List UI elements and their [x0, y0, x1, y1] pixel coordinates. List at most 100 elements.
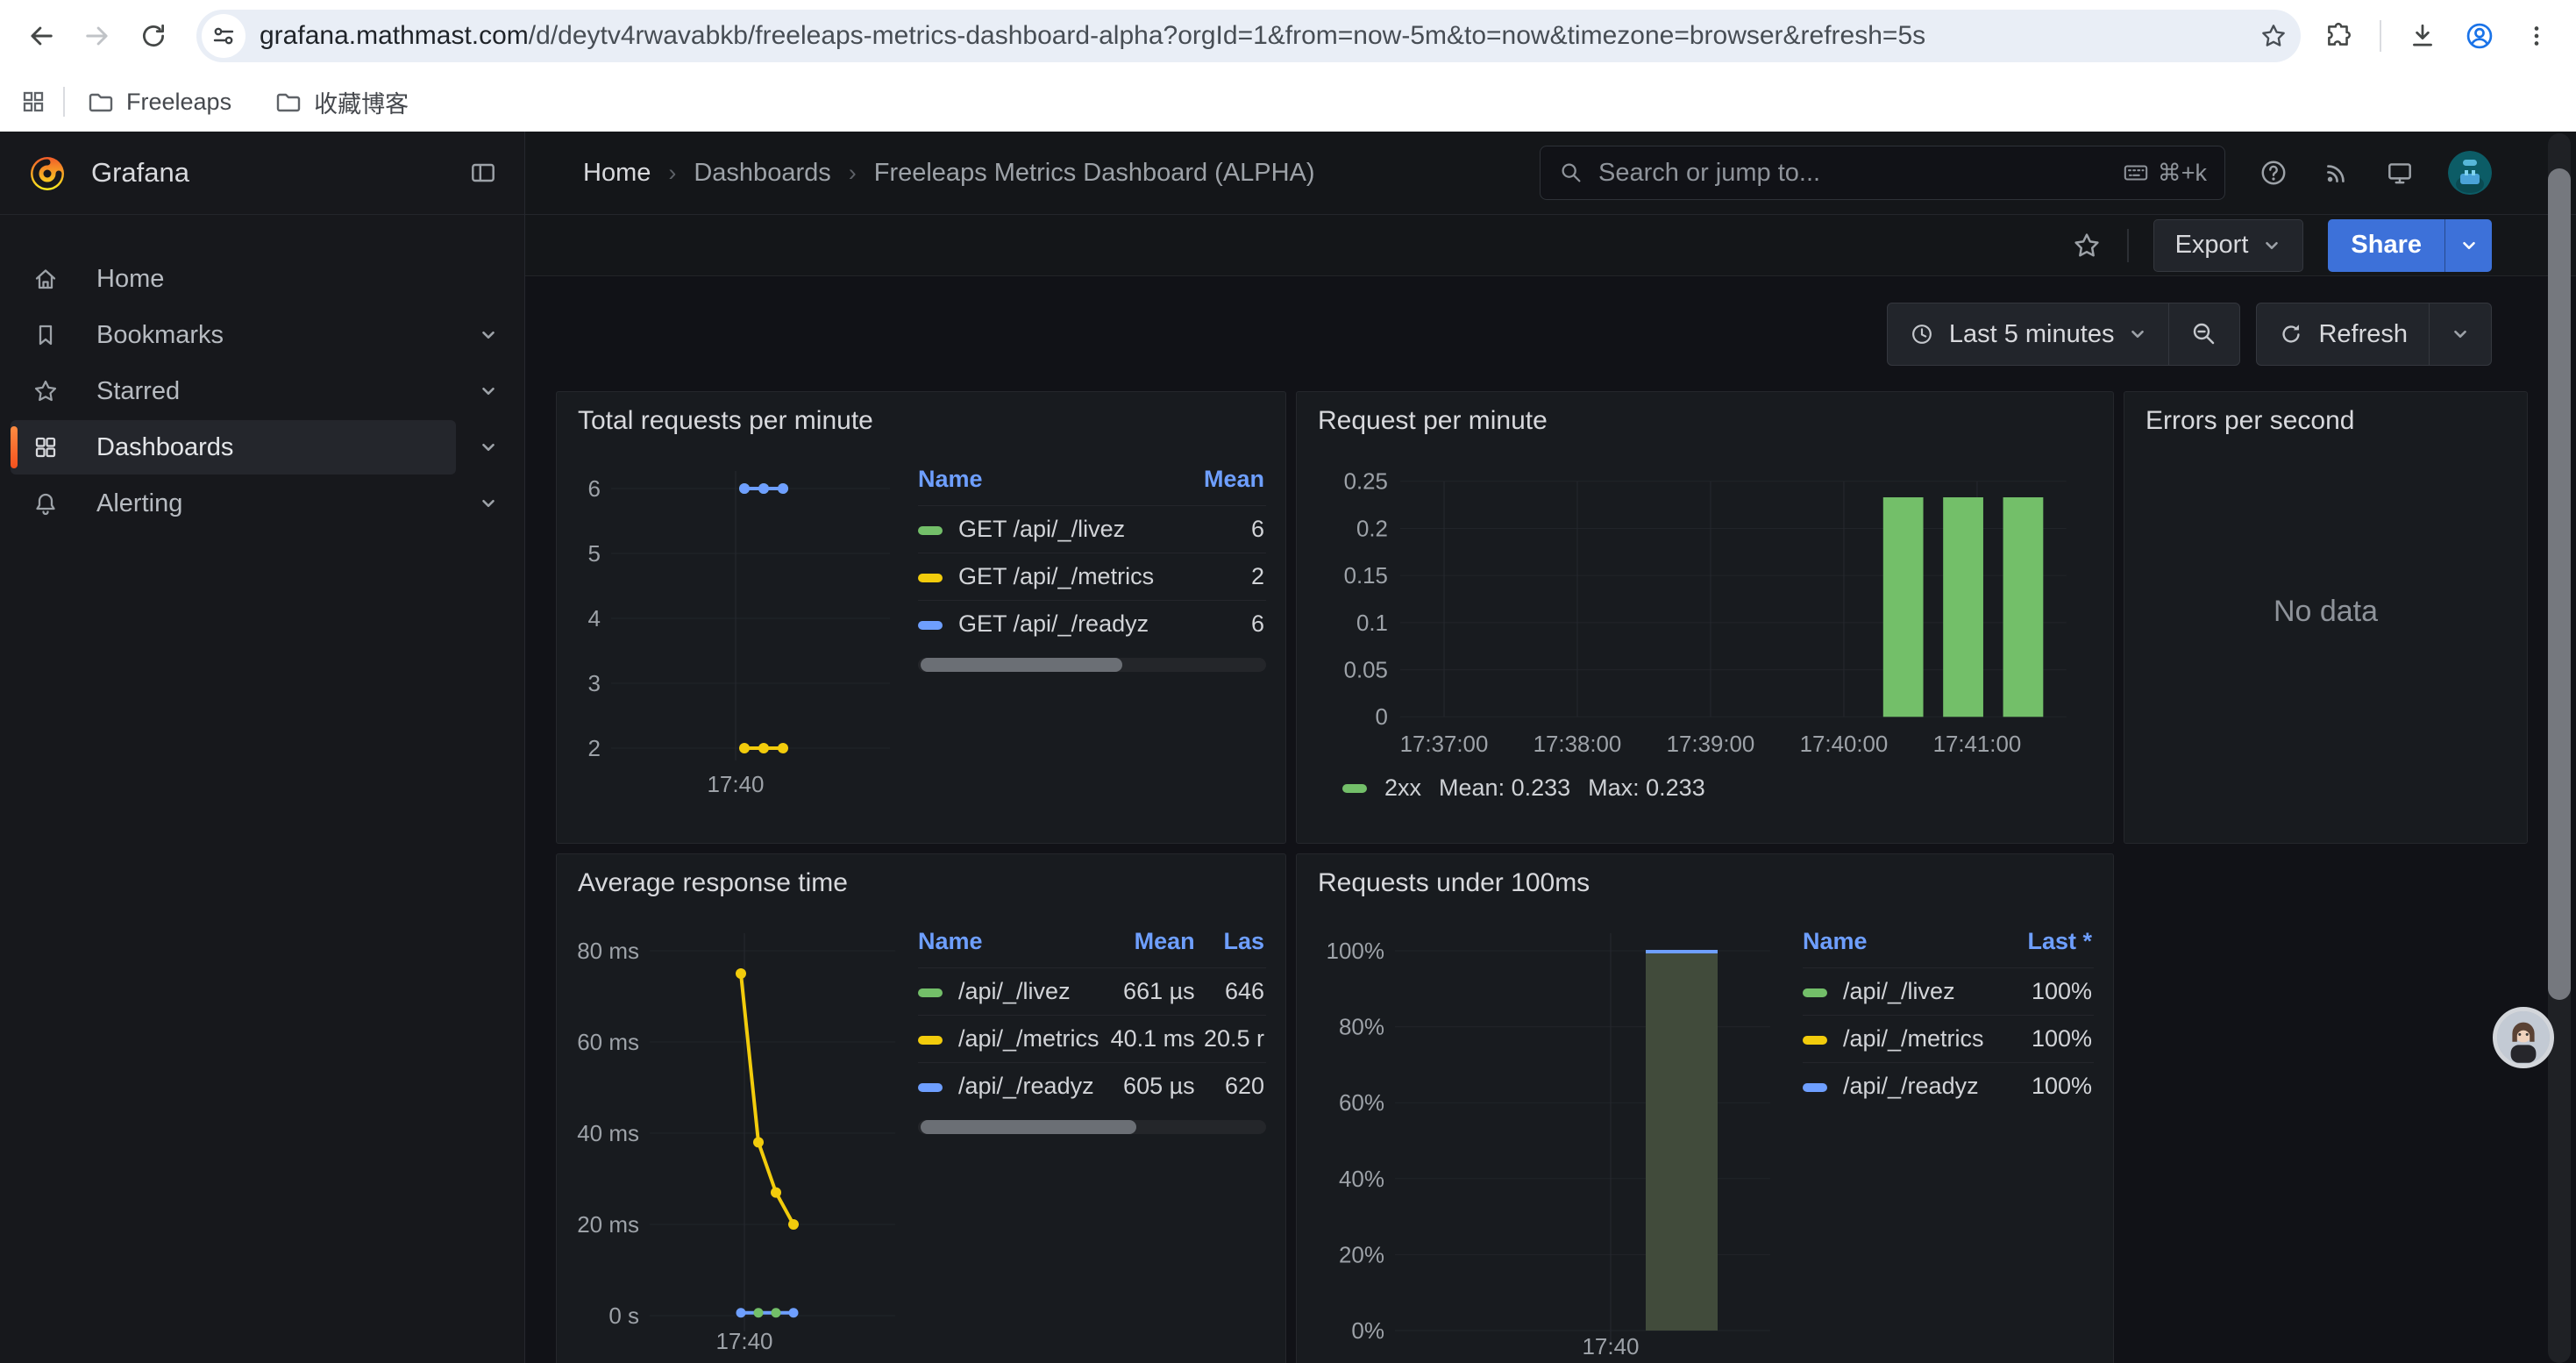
sidebar-item-alerting[interactable]: Alerting: [11, 476, 456, 531]
legend-scrollbar-thumb[interactable]: [921, 658, 1122, 672]
refresh-interval-dropdown[interactable]: [2429, 303, 2491, 365]
search-shortcut: ⌘+k: [2123, 160, 2207, 187]
legend-row[interactable]: /api/_/readyz 605 µs 620: [918, 1063, 1266, 1110]
timeseries-chart[interactable]: 80 ms60 ms40 ms20 ms0 s17:40: [564, 902, 906, 1363]
forward-button[interactable]: [74, 12, 121, 60]
favorite-star-icon[interactable]: [2071, 230, 2103, 261]
panel-total-requests-per-minute: Total requests per minute 6543217:40 Nam…: [556, 391, 1286, 844]
legend-col-name[interactable]: Name: [1803, 924, 1986, 968]
panel-title[interactable]: Average response time: [578, 868, 1285, 898]
legend-row[interactable]: /api/_/livez 100%: [1803, 968, 2094, 1016]
chevron-down-icon[interactable]: [479, 382, 498, 401]
chevron-down-icon: [2262, 236, 2281, 255]
refresh-button[interactable]: Refresh: [2257, 303, 2429, 365]
shortcut-label: ⌘+k: [2158, 160, 2207, 187]
floating-assistant-avatar[interactable]: [2493, 1007, 2554, 1068]
legend-col-name[interactable]: Name: [918, 924, 1101, 968]
legend-row[interactable]: /api/_/livez 661 µs 646: [918, 968, 1266, 1016]
breadcrumb-dashboards[interactable]: Dashboards: [694, 159, 830, 188]
breadcrumb-current[interactable]: Freeleaps Metrics Dashboard (ALPHA): [874, 159, 1315, 188]
legend-col-mean[interactable]: Mean: [1101, 924, 1197, 968]
bookmark-star-icon[interactable]: [2259, 21, 2288, 51]
panel-title[interactable]: Requests under 100ms: [1318, 868, 2113, 898]
export-button[interactable]: Export: [2153, 219, 2304, 272]
series-last: 100%: [1986, 968, 2094, 1016]
reload-button[interactable]: [130, 12, 177, 60]
extensions-icon[interactable]: [2323, 21, 2353, 51]
search-input[interactable]: Search or jump to... ⌘+k: [1540, 146, 2225, 200]
series-swatch: [918, 1083, 943, 1092]
share-button[interactable]: Share: [2328, 219, 2444, 272]
sidebar-item-bookmarks[interactable]: Bookmarks: [11, 308, 456, 362]
series-name[interactable]: 2xx: [1384, 774, 1421, 802]
chevron-down-icon[interactable]: [479, 494, 498, 513]
legend-col-last[interactable]: Las: [1197, 924, 1266, 968]
sidebar-item-home[interactable]: Home: [11, 252, 456, 306]
svg-text:20 ms: 20 ms: [577, 1211, 639, 1238]
series-name: /api/_/readyz: [958, 1073, 1094, 1099]
sidebar-item-label: Alerting: [96, 489, 182, 518]
page-scrollbar-thumb[interactable]: [2548, 168, 2571, 1000]
legend-col-last[interactable]: Last *: [1986, 924, 2094, 968]
legend-row[interactable]: GET /api/_/metrics 2: [918, 553, 1266, 601]
bookmark-folder-blogs[interactable]: 收藏博客: [274, 85, 409, 119]
svg-text:3: 3: [588, 670, 601, 696]
refresh-label: Refresh: [2318, 320, 2408, 349]
help-icon[interactable]: [2259, 158, 2288, 188]
address-bar[interactable]: grafana.mathmast.com/d/deytv4rwavabkb/fr…: [196, 10, 2301, 62]
profile-icon[interactable]: [2464, 20, 2495, 52]
sidebar-item-label: Dashboards: [96, 433, 233, 462]
breadcrumb-home[interactable]: Home: [583, 159, 651, 188]
bar-chart[interactable]: 100%80%60%40%20%0%17:40: [1304, 902, 1782, 1363]
screen-share-icon[interactable]: [2385, 158, 2415, 188]
downloads-icon[interactable]: [2408, 21, 2437, 51]
sidebar-item-starred[interactable]: Starred: [11, 364, 456, 418]
bookmark-folder-freeleaps[interactable]: Freeleaps: [86, 88, 231, 116]
page-scrollbar-track[interactable]: [2548, 133, 2571, 1363]
toolbar-divider: [2380, 20, 2381, 52]
grafana-logo[interactable]: [26, 152, 68, 194]
legend-row[interactable]: /api/_/readyz 100%: [1803, 1063, 2094, 1110]
sidebar: Grafana Home Bookmarks Starred: [0, 132, 525, 1363]
legend-col-name[interactable]: Name: [918, 462, 1170, 506]
series-last: 100%: [1986, 1063, 2094, 1110]
share-split-button: Share: [2328, 219, 2492, 272]
sidebar-header: Grafana: [0, 132, 524, 215]
grafana-app: Grafana Home Bookmarks Starred: [0, 132, 2576, 1363]
legend-row[interactable]: /api/_/metrics 40.1 ms 20.5 r: [918, 1016, 1266, 1063]
user-avatar[interactable]: [2448, 151, 2492, 195]
browser-menu-icon[interactable]: [2522, 21, 2551, 51]
panel-body: 80 ms60 ms40 ms20 ms0 s17:40 Name Mean L…: [557, 898, 1285, 1363]
panel-body: 6543217:40 Name Mean GET /api/_/livez: [557, 436, 1285, 808]
panel-title[interactable]: Request per minute: [1318, 406, 2113, 436]
back-button[interactable]: [18, 12, 65, 60]
legend-row[interactable]: GET /api/_/livez 6: [918, 506, 1266, 553]
browser-toolbar: grafana.mathmast.com/d/deytv4rwavabkb/fr…: [0, 0, 2576, 72]
screen: grafana.mathmast.com/d/deytv4rwavabkb/fr…: [0, 0, 2576, 1363]
dashboards-grid-icon: [32, 433, 60, 461]
svg-text:17:41:00: 17:41:00: [1933, 732, 2022, 757]
bar-chart[interactable]: 0.250.20.150.10.05017:37:0017:38:0017:39…: [1311, 438, 2094, 765]
time-range-picker[interactable]: Last 5 minutes: [1888, 303, 2169, 365]
sidebar-collapse-icon[interactable]: [468, 158, 498, 188]
svg-text:0.15: 0.15: [1344, 564, 1388, 589]
chevron-down-icon[interactable]: [479, 438, 498, 457]
legend-col-mean[interactable]: Mean: [1170, 462, 1266, 506]
chevron-down-icon[interactable]: [479, 325, 498, 345]
timeseries-chart[interactable]: 6543217:40: [564, 439, 906, 808]
url-text[interactable]: grafana.mathmast.com/d/deytv4rwavabkb/fr…: [260, 21, 2246, 51]
sidebar-item-label: Starred: [96, 377, 180, 406]
brand-name: Grafana: [91, 157, 189, 189]
apps-grid-icon[interactable]: [19, 88, 47, 116]
site-settings-icon[interactable]: [202, 14, 246, 58]
zoom-out-button[interactable]: [2168, 303, 2239, 365]
legend-scrollbar-thumb[interactable]: [921, 1120, 1136, 1134]
panel-title[interactable]: Total requests per minute: [578, 406, 1285, 436]
svg-text:17:40: 17:40: [1582, 1333, 1639, 1359]
legend-row[interactable]: /api/_/metrics 100%: [1803, 1016, 2094, 1063]
share-menu-button[interactable]: [2444, 219, 2492, 272]
sidebar-item-dashboards[interactable]: Dashboards: [11, 420, 456, 475]
news-rss-icon[interactable]: [2322, 158, 2352, 188]
legend-row[interactable]: GET /api/_/readyz 6: [918, 601, 1266, 648]
panel-title[interactable]: Errors per second: [2145, 406, 2527, 436]
